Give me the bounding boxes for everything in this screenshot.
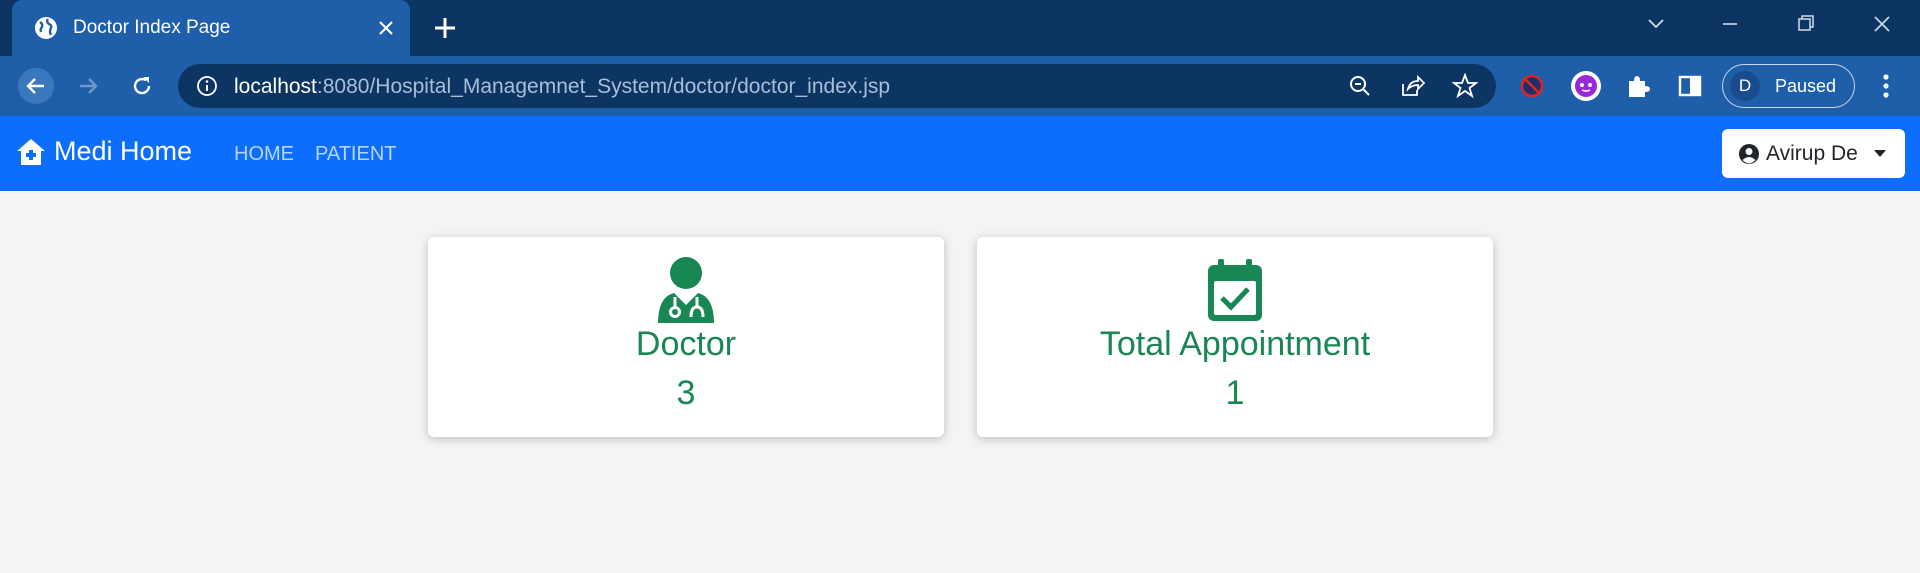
url-path: :8080/Hospital_Managemnet_System/doctor/…	[316, 75, 891, 98]
side-panel-button[interactable]	[1674, 70, 1706, 102]
share-button[interactable]	[1398, 72, 1426, 100]
close-icon	[1874, 16, 1890, 32]
zoom-button[interactable]	[1346, 72, 1374, 100]
tab-title: Doctor Index Page	[73, 17, 231, 38]
user-dropdown-button[interactable]: Avirup De	[1722, 129, 1905, 178]
minimize-icon	[1723, 23, 1737, 25]
share-icon	[1402, 74, 1425, 96]
caret-down-icon	[1873, 150, 1886, 157]
browser-tab-active[interactable]: Doctor Index Page	[12, 0, 410, 56]
new-tab-icon[interactable]	[432, 15, 458, 41]
back-button[interactable]	[18, 68, 54, 104]
globe-icon	[35, 17, 57, 39]
user-circle-icon	[1739, 143, 1759, 164]
restore-icon	[1798, 15, 1814, 31]
profile-button[interactable]: D Paused	[1722, 64, 1855, 108]
close-tab-icon[interactable]	[374, 16, 398, 40]
doctor-count-card[interactable]: Doctor 3	[428, 237, 944, 437]
arrow-right-icon	[80, 78, 98, 94]
restore-button[interactable]	[1788, 10, 1824, 38]
extension-purple[interactable]	[1570, 70, 1602, 102]
browser-toolbar: localhost:8080/Hospital_Managemnet_Syste…	[0, 56, 1920, 116]
house-medical-icon	[17, 138, 45, 165]
calendar-check-icon	[1208, 259, 1262, 321]
forward-button[interactable]	[70, 68, 106, 104]
close-window-button[interactable]	[1864, 10, 1900, 38]
blocked-extension-icon	[1520, 74, 1544, 98]
card-title: Total Appointment	[1099, 325, 1371, 363]
minimize-button[interactable]	[1712, 10, 1748, 38]
user-doctor-icon	[658, 257, 714, 323]
card-title: Doctor	[635, 325, 737, 363]
brand-name: Medi Home	[54, 136, 193, 166]
star-icon	[1452, 73, 1478, 99]
zoom-out-icon	[1350, 76, 1370, 96]
more-vertical-icon	[1883, 74, 1889, 98]
arrow-left-icon	[26, 78, 44, 94]
avatar: D	[1730, 71, 1760, 101]
brand-link[interactable]: Medi Home	[16, 136, 192, 167]
nav-link-home[interactable]: HOME	[234, 143, 294, 166]
chevron-down-icon	[1648, 19, 1664, 29]
user-name: Avirup De	[1766, 141, 1858, 165]
puzzle-icon	[1629, 76, 1650, 97]
url-text[interactable]: localhost:8080/Hospital_Managemnet_Syste…	[234, 75, 890, 99]
bookmark-button[interactable]	[1451, 72, 1479, 100]
appointment-count-card[interactable]: Total Appointment 1	[977, 237, 1493, 437]
browser-tabstrip: Doctor Index Page	[0, 0, 1920, 56]
info-icon[interactable]	[196, 75, 218, 97]
profile-status: Paused	[1775, 76, 1837, 96]
card-value: 1	[1225, 374, 1245, 412]
extension-blocker[interactable]	[1516, 70, 1548, 102]
reload-icon	[133, 77, 151, 95]
url-host: localhost	[234, 75, 317, 98]
address-bar[interactable]: localhost:8080/Hospital_Managemnet_Syste…	[178, 64, 1496, 108]
browser-menu-button[interactable]	[1870, 70, 1902, 102]
card-value: 3	[676, 374, 696, 412]
side-panel-icon	[1678, 75, 1702, 97]
extension-face-icon	[1571, 71, 1601, 101]
nav-link-patient[interactable]: PATIENT	[315, 143, 396, 166]
reload-button[interactable]	[124, 68, 160, 104]
tab-search-button[interactable]	[1638, 10, 1674, 38]
extensions-button[interactable]	[1622, 70, 1654, 102]
app-navbar: Medi Home HOME PATIENT Avirup De	[0, 116, 1920, 191]
